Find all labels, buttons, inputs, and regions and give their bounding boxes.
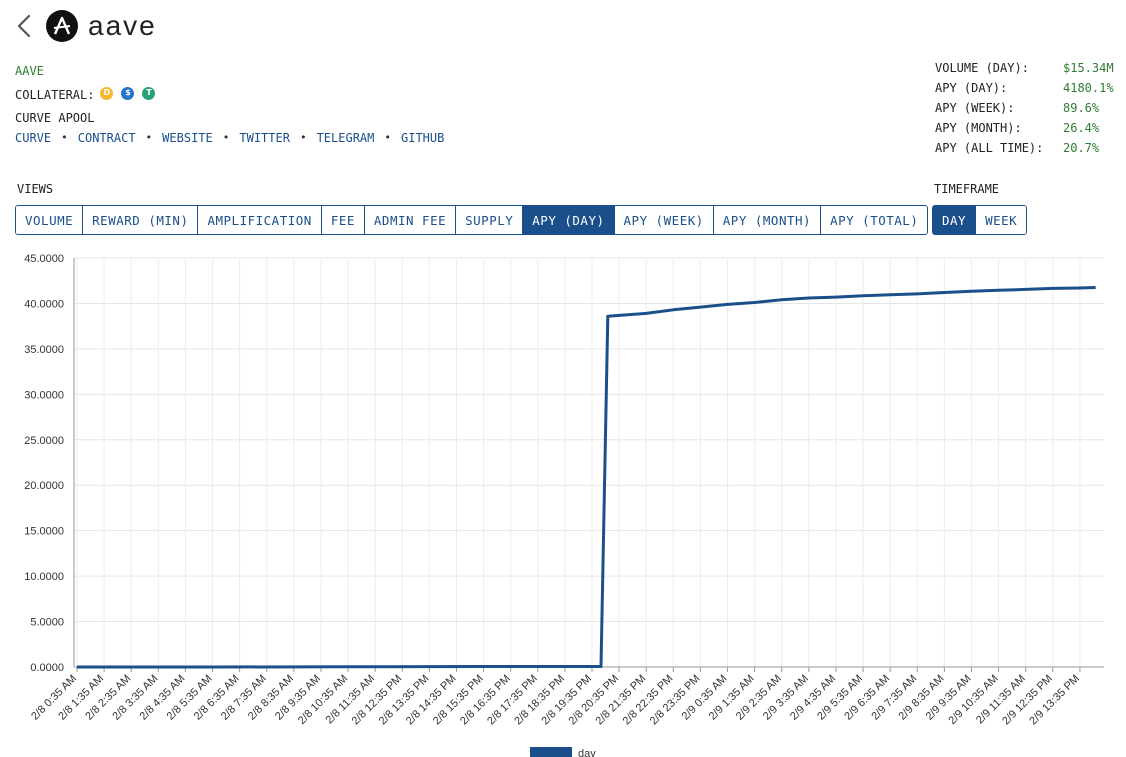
y-tick-label: 30.0000 <box>24 389 64 401</box>
timeframe-week-button[interactable]: WEEK <box>976 206 1027 234</box>
view-volume-button[interactable]: VOLUME <box>16 206 84 234</box>
link-separator: • <box>222 131 230 144</box>
view-apy-week-button[interactable]: APY (WEEK) <box>614 206 714 234</box>
usdc-icon: $ <box>121 86 135 100</box>
y-tick-label: 45.0000 <box>24 253 64 265</box>
views-label: VIEWS <box>17 182 54 196</box>
link-website[interactable]: WEBSITE <box>162 128 213 148</box>
apy-day-chart: 0.0000 5.0000 10.0000 15.0000 20.0000 25.0000… <box>24 253 1104 757</box>
dai-icon: D <box>100 86 114 100</box>
chevron-left-icon[interactable] <box>14 11 34 41</box>
link-separator: • <box>299 131 307 144</box>
stat-row: APY (MONTH): 26.4% <box>935 118 1114 138</box>
stat-label: APY (MONTH): <box>935 121 1022 135</box>
link-separator: • <box>61 131 68 144</box>
stat-row: APY (WEEK): 89.6% <box>935 98 1114 118</box>
pool-name: AAVE <box>15 64 44 78</box>
link-twitter[interactable]: TWITTER <box>239 128 290 148</box>
view-apy-total-button[interactable]: APY (TOTAL) <box>821 206 928 234</box>
app-title: aave <box>88 10 157 41</box>
stat-label: APY (WEEK): <box>935 101 1015 115</box>
link-telegram[interactable]: TELEGRAM <box>317 128 375 148</box>
pool-stats: VOLUME (DAY): $15.34M APY (DAY): 4180.1% APY… <box>935 58 1114 158</box>
stat-row: APY (ALL TIME): 20.7% <box>935 138 1114 158</box>
view-amplification-button[interactable]: AMPLIFICATION <box>198 206 322 234</box>
stat-value: 89.6% <box>1063 101 1100 115</box>
link-contract[interactable]: CONTRACT <box>78 128 136 148</box>
stat-label: APY (DAY): <box>935 81 1008 95</box>
timeframe-button-group: DAY WEEK <box>932 205 1028 235</box>
views-button-group: VOLUME REWARD (MIN) AMPLIFICATION FEE ADMIN … <box>15 205 929 235</box>
y-tick-label: 20.0000 <box>24 480 64 492</box>
y-tick-label: 15.0000 <box>24 526 64 538</box>
view-apy-day-button[interactable]: APY (DAY) <box>523 206 615 234</box>
y-tick-label: 25.0000 <box>24 435 64 447</box>
view-supply-button[interactable]: SUPPLY <box>456 206 524 234</box>
stat-value: $15.34M <box>1063 61 1114 75</box>
stat-row: VOLUME (DAY): $15.34M <box>935 58 1114 78</box>
aave-logo-icon <box>46 10 78 42</box>
link-separator: • <box>145 131 153 144</box>
series-line-day <box>77 286 1096 669</box>
stat-row: APY (DAY): 4180.1% <box>935 78 1114 98</box>
link-separator: • <box>384 131 391 144</box>
view-reward-min-button[interactable]: REWARD (MIN) <box>83 206 199 234</box>
collateral-label: COLLATERAL: <box>15 88 95 102</box>
pool-links: CURVE • CONTRACT • WEBSITE • TWITTER • TELEGRAM •… <box>15 128 444 148</box>
view-fee-button[interactable]: FEE <box>321 206 365 234</box>
stat-label: APY (ALL TIME): <box>935 141 1044 155</box>
timeframe-label: TIMEFRAME <box>934 182 1000 196</box>
pool-info: AAVE COLLATERAL: D $ T CURVE APOOL CURVE • C… <box>15 61 444 148</box>
pool-subtitle: CURVE APOOL <box>15 111 95 125</box>
link-github[interactable]: GITHUB <box>401 128 444 148</box>
legend-swatch <box>530 747 572 757</box>
collateral-row: COLLATERAL: D $ T <box>15 85 444 105</box>
y-tick-label: 10.0000 <box>24 571 64 583</box>
stat-value: 4180.1% <box>1063 81 1114 95</box>
stat-value: 20.7% <box>1063 141 1100 155</box>
stat-label: VOLUME (DAY): <box>935 61 1029 75</box>
view-apy-month-button[interactable]: APY (MONTH) <box>713 206 822 234</box>
link-curve[interactable]: CURVE <box>15 128 51 148</box>
collateral-icons: D $ T <box>100 86 156 100</box>
y-tick-label: 35.0000 <box>24 344 64 356</box>
legend-label: day <box>578 748 596 757</box>
header: aave <box>14 8 157 44</box>
y-tick-label: 5.0000 <box>30 617 64 629</box>
usdt-icon: T <box>142 86 156 100</box>
view-admin-fee-button[interactable]: ADMIN FEE <box>364 206 457 234</box>
y-tick-label: 0.0000 <box>30 662 64 674</box>
stat-value: 26.4% <box>1063 121 1100 135</box>
y-tick-label: 40.0000 <box>24 298 64 310</box>
timeframe-day-button[interactable]: DAY <box>933 206 977 234</box>
